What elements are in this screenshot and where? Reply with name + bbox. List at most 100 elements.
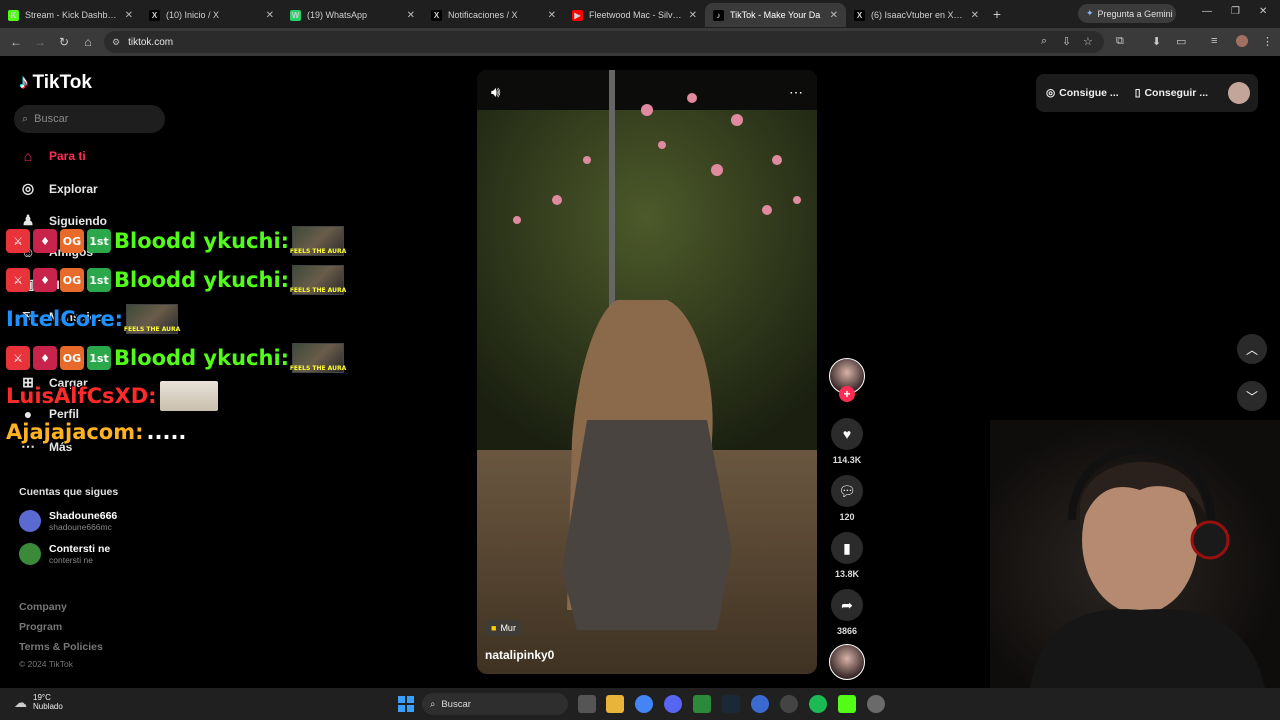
restore-icon[interactable]: ❐ [1231, 6, 1240, 17]
search-input[interactable]: ⌕ Buscar [14, 105, 165, 133]
tab-close-icon[interactable]: ✕ [125, 10, 133, 21]
chat-username: LuisAlfCsXD: [6, 384, 157, 408]
tiktok-logo[interactable]: ♪ TikTok [19, 72, 92, 94]
windows-taskbar: ☁ 19°C Nublado ⌕ Buscar [0, 688, 1280, 720]
tab-close-icon[interactable]: ✕ [689, 10, 697, 21]
discord-icon[interactable] [664, 695, 682, 713]
screen: K Stream - Kick Dashboard ✕ X (10) Inicio / … [0, 0, 1280, 720]
nav-item[interactable]: ◎ Explorar [19, 180, 98, 197]
og-badge-icon: OG [60, 229, 84, 253]
obs-icon[interactable] [780, 695, 798, 713]
tab-title: (19) WhatsApp [307, 10, 368, 20]
og-badge-icon: OG [60, 346, 84, 370]
footer-link[interactable]: Terms & Policies [19, 641, 103, 653]
tab-title: Notificaciones / X [448, 10, 518, 20]
bookmark-star-icon[interactable]: ☆ [1083, 35, 1093, 48]
extensions-icon[interactable]: ⧉ [1116, 35, 1124, 48]
url-field[interactable]: ⚙ tiktok.com [104, 31, 1104, 53]
taskbar-search[interactable]: ⌕ Buscar [422, 693, 568, 715]
video-player[interactable]: 🔊︎ ⋯ ■ Mur natalipinky0 [477, 70, 817, 674]
browser-tab[interactable]: K Stream - Kick Dashboard ✕ [0, 3, 141, 27]
app-icon-blue[interactable] [751, 695, 769, 713]
comment-action[interactable]: 💬︎ 120 [829, 475, 865, 522]
zoom-icon[interactable]: ⌕ [1041, 35, 1047, 48]
gemini-button[interactable]: ✦ Pregunta a Gemini [1078, 4, 1176, 23]
browser-tab[interactable]: W (19) WhatsApp ✕ [282, 3, 423, 27]
new-tab-button[interactable]: + [987, 6, 1007, 22]
following-account[interactable]: Contersti ne contersti ne [19, 543, 110, 565]
webcam-overlay [990, 420, 1280, 688]
get-coins-button[interactable]: ◎ Consigue ... [1036, 87, 1119, 99]
share-action[interactable]: ➦ 3866 [829, 589, 865, 636]
browser-tab[interactable]: X Notificaciones / X ✕ [423, 3, 564, 27]
profile-avatar-icon[interactable] [1236, 35, 1248, 47]
forward-icon[interactable]: → [28, 35, 52, 49]
back-icon[interactable]: ← [4, 35, 28, 49]
like-action[interactable]: ♥ 114.3K [829, 418, 865, 465]
account-name: Shadoune666 [49, 510, 118, 522]
tab-close-icon[interactable]: ✕ [548, 10, 556, 21]
reload-icon[interactable]: ↻ [52, 35, 76, 49]
user-avatar[interactable] [1228, 82, 1251, 104]
menu-kebab-icon[interactable]: ⋮ [1262, 35, 1273, 48]
chrome-icon[interactable] [635, 695, 653, 713]
chat-username: Bloodd ykuchi: [114, 346, 290, 370]
browser-tab[interactable]: X (10) Inicio / X ✕ [141, 3, 282, 27]
app-icon-green[interactable] [693, 695, 711, 713]
sound-avatar[interactable] [829, 644, 865, 680]
home-button-icon[interactable]: ⌂ [76, 35, 100, 49]
footer-link[interactable]: Program [19, 621, 62, 633]
spotify-icon[interactable] [809, 695, 827, 713]
url-text: tiktok.com [128, 36, 174, 48]
tab-close-icon[interactable]: ✕ [971, 10, 979, 21]
follow-plus-icon[interactable]: + [839, 386, 855, 402]
steam-icon[interactable] [722, 695, 740, 713]
downloads-icon[interactable]: ⬇ [1152, 35, 1161, 48]
volume-icon[interactable]: 🔊︎ [491, 84, 500, 101]
video-more-icon[interactable]: ⋯ [789, 84, 803, 101]
tab-title: (6) IsaacVtuber en X: "Se p [871, 10, 965, 20]
next-video-icon[interactable]: ﹀ [1237, 381, 1267, 411]
prev-video-icon[interactable]: ︿ [1237, 334, 1267, 364]
save-action[interactable]: ▮ 13.8K [829, 532, 865, 579]
share-icon[interactable]: ➦ [831, 589, 863, 621]
music-icon: ■ [491, 623, 497, 633]
tab-favicon-icon: X [149, 9, 160, 21]
footer-link[interactable]: Company [19, 601, 67, 613]
chat-message: IntelCore: FEELS THE AURA [6, 304, 180, 334]
close-window-icon[interactable]: ✕ [1259, 6, 1267, 17]
windows-start-icon[interactable] [398, 696, 414, 712]
tab-close-icon[interactable]: ✕ [266, 10, 274, 21]
music-tag[interactable]: ■ Mur [485, 620, 522, 636]
settings-icon[interactable] [867, 695, 885, 713]
site-info-icon[interactable]: ⚙ [112, 37, 120, 48]
file-explorer-icon[interactable] [606, 695, 624, 713]
reading-list-icon[interactable]: ≡ [1211, 35, 1217, 47]
phone-icon: ▯ [1134, 87, 1141, 99]
kick-icon[interactable] [838, 695, 856, 713]
tab-favicon-icon: ♪ [713, 9, 724, 21]
video-author[interactable]: natalipinky0 [485, 648, 554, 662]
weather-widget[interactable]: ☁ 19°C Nublado [14, 693, 63, 712]
tab-close-icon[interactable]: ✕ [407, 10, 415, 21]
following-account[interactable]: Shadoune666 shadoune666mc [19, 510, 117, 532]
search-placeholder: Buscar [34, 113, 69, 125]
nav-item[interactable]: ⌂ Para ti [19, 148, 86, 164]
browser-tab[interactable]: ♪ TikTok - Make Your Da ✕ [705, 3, 846, 27]
task-view-icon[interactable] [578, 695, 596, 713]
comment-icon[interactable]: 💬︎ [831, 475, 863, 507]
get-app-button[interactable]: ▯ Conseguir ... [1119, 87, 1208, 99]
tab-close-icon[interactable]: ✕ [830, 10, 838, 21]
install-icon[interactable]: ⇩ [1062, 35, 1071, 48]
footer-link[interactable]: © 2024 TikTok [19, 659, 73, 669]
browser-tab[interactable]: ▶ Fleetwood Mac - Silver Spr ✕ [564, 3, 705, 27]
moderator-badge-icon: ⚔ [6, 268, 30, 292]
nav-label: Para ti [49, 149, 86, 163]
first-badge-icon: 1st [87, 346, 111, 370]
sidebar-icon[interactable]: ▭ [1176, 35, 1186, 48]
bookmark-icon[interactable]: ▮ [831, 532, 863, 564]
chat-message: LuisAlfCsXD: [6, 381, 218, 411]
browser-tab[interactable]: X (6) IsaacVtuber en X: "Se p ✕ [846, 3, 987, 27]
minimize-icon[interactable]: — [1202, 6, 1212, 17]
heart-icon[interactable]: ♥ [831, 418, 863, 450]
